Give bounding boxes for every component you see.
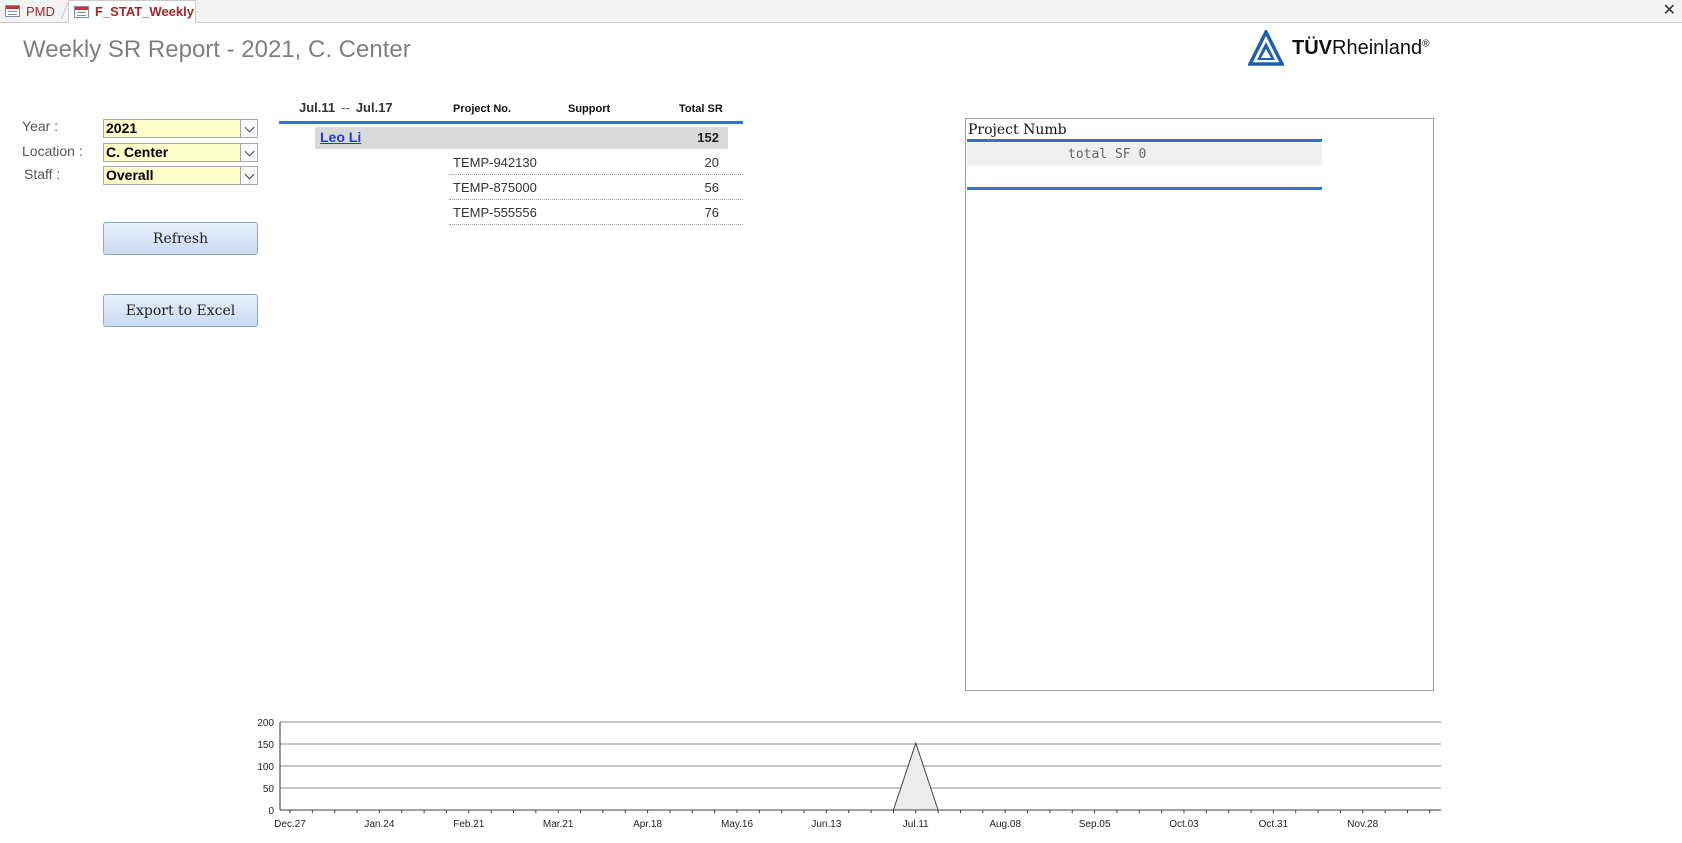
header-divider (279, 121, 743, 124)
export-to-excel-button[interactable]: Export to Excel (103, 294, 258, 327)
project-no-cell: TEMP-555556 (453, 205, 537, 220)
logo-text: TÜVRheinland® (1292, 37, 1429, 60)
column-header-support: Support (568, 103, 611, 115)
table-row: TEMP-875000 56 (449, 176, 743, 200)
year-value: 2021 (106, 120, 138, 136)
y-tick-label: 100 (257, 762, 274, 773)
project-no-cell: TEMP-875000 (453, 180, 537, 195)
chevron-down-icon (244, 169, 254, 179)
y-tick-label: 150 (257, 740, 274, 751)
table-row: TEMP-555556 76 (449, 201, 743, 225)
x-tick-label: Feb.21 (453, 819, 485, 830)
location-label: Location : (22, 143, 83, 159)
form-icon (5, 5, 20, 17)
x-tick-label: Sep.05 (1079, 819, 1111, 830)
x-tick-label: Nov.28 (1347, 819, 1378, 830)
tab-f-stat-weekly-label: F_STAT_Weekly (95, 4, 194, 19)
chevron-down-icon (244, 146, 254, 156)
series-area (290, 741, 1430, 811)
form-icon (74, 5, 89, 18)
week-end: Jul.17 (355, 100, 393, 115)
weekly-sr-chart: 0 50 100 150 200 Dec.27 Jan.24 Feb.21 Mar.21 Apr.… (257, 718, 1441, 830)
location-dropdown-button[interactable] (240, 144, 257, 161)
subform-footer-divider (967, 187, 1322, 190)
y-tick-label: 0 (268, 806, 274, 817)
logo-brand-rest: Rheinland (1332, 36, 1423, 59)
tuv-rheinland-logo: TÜVRheinland® (1248, 29, 1429, 67)
close-icon[interactable]: ✕ (1663, 1, 1676, 21)
total-sr-cell: 76 (704, 205, 719, 220)
y-tick-label: 50 (263, 784, 275, 795)
tuv-triangle-icon (1248, 30, 1284, 66)
staff-label: Staff : (24, 166, 61, 182)
week-separator: -- (341, 100, 350, 115)
x-tick-label: Aug.08 (989, 819, 1021, 830)
tab-pmd-label: PMD (26, 3, 55, 19)
year-dropdown-button[interactable] (240, 120, 257, 137)
year-label: Year : (22, 118, 59, 134)
logo-registered: ® (1422, 37, 1430, 49)
x-tick-label: May.16 (721, 819, 753, 830)
x-tick-label: Jan.24 (364, 819, 394, 830)
x-tick-label: Mar.21 (543, 819, 574, 830)
page-title: Weekly SR Report - 2021, C. Center (23, 36, 411, 63)
subform-total-label: total SF 0 (1068, 147, 1147, 162)
x-tick-label: Oct.31 (1259, 819, 1289, 830)
week-start: Jul.11 (299, 100, 336, 115)
total-sr-cell: 56 (704, 180, 719, 195)
tab-pmd[interactable]: PMD (0, 0, 64, 22)
table-row: TEMP-942130 20 (449, 151, 743, 175)
x-tick-label: Jul.11 (903, 819, 929, 830)
x-tick-label: Jun.13 (811, 819, 841, 830)
y-tick-label: 200 (257, 718, 274, 729)
logo-brand-bold: TÜV (1292, 36, 1332, 59)
x-tick-label: Dec.27 (274, 819, 306, 830)
x-tick-label: Apr.18 (633, 819, 662, 830)
subform-header-divider (967, 139, 1322, 142)
staff-combo[interactable]: Overall (103, 166, 258, 185)
refresh-button[interactable]: Refresh (103, 222, 258, 255)
total-sr-cell: 20 (704, 155, 719, 170)
year-combo[interactable]: 2021 (103, 119, 258, 138)
staff-value: Overall (106, 167, 154, 183)
location-combo[interactable]: C. Center (103, 143, 258, 162)
tab-f-stat-weekly[interactable]: F_STAT_Weekly (68, 0, 196, 23)
project-no-cell: TEMP-942130 (453, 155, 537, 170)
staff-name-link[interactable]: Leo Li (320, 129, 361, 145)
staff-dropdown-button[interactable] (240, 167, 257, 184)
chevron-down-icon (244, 122, 254, 132)
column-header-project-no: Project No. (453, 103, 512, 115)
column-header-total-sr: Total SR (679, 103, 723, 115)
staff-group-row: Leo Li 152 (315, 127, 728, 149)
project-subform-panel[interactable]: Project Numb total SF 0 (965, 118, 1434, 691)
document-tab-bar: PMD F_STAT_Weekly ✕ (0, 0, 1682, 23)
x-tick-label: Oct.03 (1169, 819, 1199, 830)
subform-total-row: total SF 0 (967, 143, 1322, 166)
staff-total: 152 (697, 130, 719, 145)
location-value: C. Center (106, 144, 169, 160)
subform-header: Project Numb (968, 122, 1067, 138)
week-range: Jul.11 -- Jul.17 (299, 100, 393, 115)
